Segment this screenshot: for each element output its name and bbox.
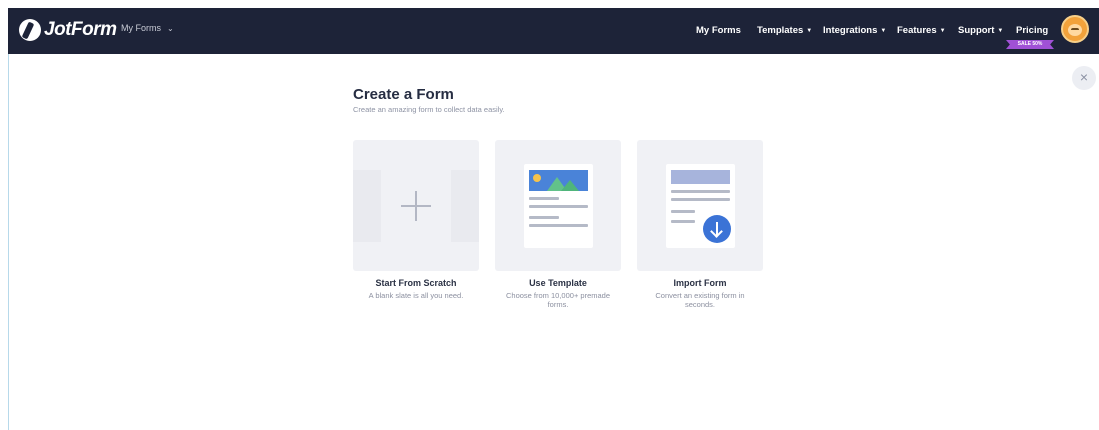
nav-support-label: Support	[958, 25, 995, 36]
user-avatar[interactable]	[1061, 15, 1089, 43]
import-form-tile[interactable]	[637, 140, 763, 271]
download-arrow-icon	[703, 215, 731, 243]
text-line	[671, 190, 730, 193]
jotform-logo[interactable]: JotForm	[19, 19, 117, 41]
text-line	[671, 220, 695, 223]
start-from-scratch-card[interactable]: Start From Scratch A blank slate is all …	[353, 140, 479, 300]
jotform-logo-icon	[19, 19, 41, 41]
text-line	[529, 205, 588, 208]
close-button[interactable]: ×	[1072, 66, 1096, 90]
page-heading: Create a Form Create an amazing form to …	[353, 86, 773, 114]
sale-badge[interactable]: SALE 50%	[1006, 40, 1054, 49]
import-document-icon	[666, 164, 735, 248]
use-template-tile[interactable]	[495, 140, 621, 271]
start-from-scratch-tile[interactable]	[353, 140, 479, 271]
caret-down-icon: ▼	[939, 27, 946, 34]
nav-my-forms-label: My Forms	[696, 25, 741, 36]
card-description: Choose from 10,000+ premade forms.	[505, 291, 611, 309]
nav-my-forms[interactable]: My Forms	[696, 25, 741, 36]
card-title: Use Template	[529, 278, 587, 288]
card-description: Convert an existing form in seconds.	[655, 291, 745, 309]
nav-pricing[interactable]: Pricing	[1016, 25, 1048, 36]
mountain-icon	[561, 180, 579, 191]
ghost-panel-left	[353, 170, 381, 242]
text-line	[529, 197, 559, 200]
ghost-panel-right	[451, 170, 479, 242]
caret-down-icon: ▼	[997, 27, 1004, 34]
nav-integrations-label: Integrations	[823, 25, 878, 36]
nav-templates-label: Templates	[757, 25, 804, 36]
my-forms-dropdown[interactable]: My Forms ⌄	[121, 23, 174, 33]
nav-features-label: Features	[897, 25, 937, 36]
chevron-down-icon: ⌄	[167, 23, 174, 33]
text-line	[529, 224, 588, 227]
template-document-icon	[524, 164, 593, 248]
top-navbar: JotForm My Forms ⌄ My Forms Templates ▼ …	[8, 8, 1099, 54]
sun-icon	[533, 174, 541, 182]
header-block	[671, 170, 730, 184]
my-forms-dropdown-label: My Forms	[121, 23, 161, 33]
nav-support[interactable]: Support ▼	[958, 25, 1003, 36]
import-form-card[interactable]: Import Form Convert an existing form in …	[637, 140, 763, 309]
card-description: A blank slate is all you need.	[368, 291, 464, 300]
nav-integrations[interactable]: Integrations ▼	[823, 25, 886, 36]
nav-templates[interactable]: Templates ▼	[757, 25, 812, 36]
nav-pricing-label: Pricing	[1016, 25, 1049, 36]
text-line	[671, 198, 730, 201]
use-template-card[interactable]: Use Template Choose from 10,000+ premade…	[495, 140, 621, 309]
nav-features[interactable]: Features ▼	[897, 25, 946, 36]
caret-down-icon: ▼	[806, 27, 813, 34]
text-line	[671, 210, 695, 213]
card-title: Start From Scratch	[375, 278, 457, 288]
image-placeholder-icon	[529, 170, 588, 191]
logo-text: JotForm	[44, 19, 117, 40]
plus-icon	[401, 191, 431, 221]
caret-down-icon: ▼	[880, 27, 887, 34]
card-title: Import Form	[673, 278, 727, 288]
text-line	[529, 216, 559, 219]
page-subtitle: Create an amazing form to collect data e…	[353, 105, 505, 114]
page-title: Create a Form	[353, 86, 454, 103]
